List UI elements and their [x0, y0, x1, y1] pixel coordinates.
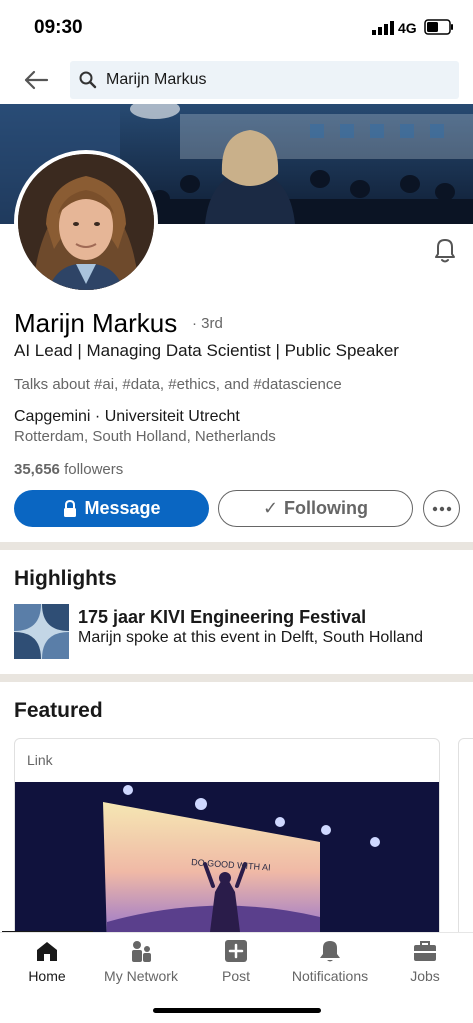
message-label: Message [84, 498, 161, 518]
search-input[interactable]: Marijn Markus [70, 61, 459, 99]
featured-card-next[interactable] [458, 738, 473, 938]
profile-headline: AI Lead | Managing Data Scientist | Publ… [14, 341, 399, 360]
highlight-subtitle: Marijn spoke at this event in Delft, Sou… [78, 629, 424, 646]
nav-home[interactable]: Home [0, 933, 94, 993]
back-arrow-icon[interactable] [22, 66, 50, 94]
home-icon [37, 942, 57, 961]
lock-icon [64, 499, 77, 517]
connection-degree: · 3rd [192, 315, 223, 332]
more-button[interactable] [423, 490, 460, 527]
nav-network-label: My Network [104, 968, 178, 984]
section-divider [0, 674, 473, 682]
status-bar: 09:30 4G [0, 0, 473, 56]
more-dots-icon [432, 506, 451, 511]
network-label: 4G [398, 20, 417, 36]
featured-card[interactable]: Link DO GOOD WITH AI [14, 738, 440, 938]
briefcase-icon [414, 941, 436, 961]
event-icon [14, 604, 69, 659]
nav-home-label: Home [28, 968, 66, 984]
following-label: Following [284, 498, 369, 518]
profile-name: Marijn Markus [14, 308, 178, 338]
home-indicator [153, 1008, 321, 1013]
profile-location: Rotterdam, South Holland, Netherlands [14, 428, 276, 445]
highlights-title: Highlights [14, 567, 117, 590]
talks-about: Talks about #ai, #data, #ethics, and #da… [14, 376, 342, 393]
highlight-title[interactable]: 175 jaar KIVI Engineering Festival [78, 607, 366, 628]
following-button[interactable]: ✓ Following [218, 490, 413, 527]
check-icon: ✓ [262, 498, 279, 518]
search-query: Marijn Markus [106, 71, 207, 88]
section-divider [0, 542, 473, 550]
nav-jobs[interactable]: Jobs [378, 933, 472, 993]
bell-icon[interactable] [432, 236, 458, 264]
nav-post[interactable]: Post [189, 933, 283, 993]
nav-my-network[interactable]: My Network [94, 933, 188, 993]
message-button[interactable]: Message [14, 490, 209, 527]
followers-number: 35,656 [14, 461, 60, 478]
featured-card-label: Link [27, 752, 53, 768]
battery-icon [424, 19, 453, 35]
profile-company[interactable]: Capgemini · Universiteit Utrecht [14, 408, 240, 426]
nav-jobs-label: Jobs [410, 968, 440, 984]
search-header: Marijn Markus [0, 56, 473, 104]
followers-count[interactable]: 35,656 followers [14, 461, 123, 478]
nav-notifications-label: Notifications [291, 968, 369, 984]
featured-image: DO GOOD WITH AI [15, 782, 439, 937]
nav-notifications[interactable]: Notifications [283, 933, 377, 993]
status-time: 09:30 [34, 17, 83, 38]
post-icon [225, 940, 247, 962]
network-icon [132, 941, 151, 962]
followers-label: followers [64, 461, 124, 478]
bell-icon [320, 941, 340, 962]
featured-title: Featured [14, 699, 103, 722]
nav-post-label: Post [221, 968, 250, 984]
search-icon [79, 71, 97, 89]
signal-icon [372, 21, 394, 35]
profile-avatar[interactable] [14, 150, 158, 294]
avatar-photo [18, 154, 154, 290]
